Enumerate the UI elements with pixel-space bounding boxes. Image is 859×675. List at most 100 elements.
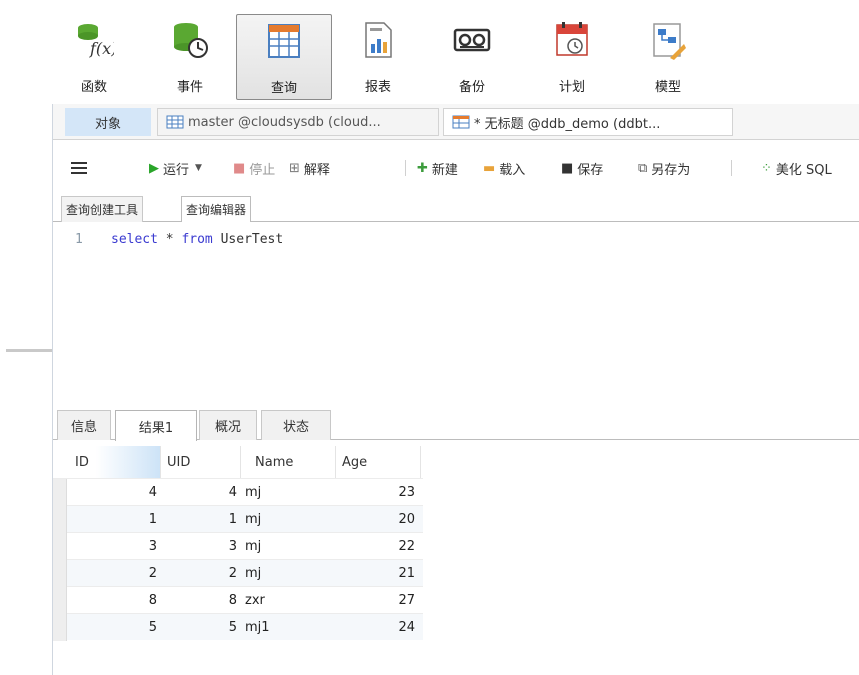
cell-uid[interactable]: 3 <box>161 539 241 554</box>
cell-age[interactable]: 21 <box>336 566 421 581</box>
cell-name[interactable]: zxr <box>241 593 336 608</box>
ribbon-label: 备份 <box>458 80 485 95</box>
dropdown-arrow-icon[interactable]: ▼ <box>195 163 202 173</box>
cell-age[interactable]: 20 <box>336 512 421 527</box>
row-selector[interactable] <box>53 613 67 641</box>
row-selector[interactable] <box>53 478 67 506</box>
function-icon: f(x) <box>78 24 114 58</box>
cell-name[interactable]: mj <box>241 566 336 581</box>
load-label: 载入 <box>499 162 526 178</box>
left-panel-splitter[interactable] <box>6 349 52 352</box>
query-toolbar: ▶ 运行 ▼ ■ 停止 ⊞ 解释 ✚ 新建 ▬ 载入 ■ 保存 ⧉ 另存为 ⁘ … <box>53 140 859 192</box>
cell-uid[interactable]: 4 <box>161 485 241 500</box>
model-icon <box>653 23 686 60</box>
ribbon-label: 事件 <box>176 80 203 95</box>
keyword-from: from <box>181 232 213 247</box>
cell-age[interactable]: 22 <box>336 539 421 554</box>
row-selector[interactable] <box>53 586 67 614</box>
tab-objects[interactable]: 对象 <box>65 108 151 136</box>
ribbon-toolbar: f(x) 函数 事件 查询 报表 <box>0 0 859 104</box>
query-tab-icon <box>452 115 470 129</box>
save-as-button[interactable]: ⧉ 另存为 <box>638 158 690 178</box>
tab-query-editor[interactable]: 查询编辑器 <box>181 196 252 223</box>
beautify-sql-button[interactable]: ⁘ 美化 SQL <box>761 158 832 178</box>
save-label: 保存 <box>577 162 604 178</box>
table-row[interactable]: 2 2 mj 21 <box>53 559 423 587</box>
table-name: UserTest <box>220 232 284 247</box>
table-row[interactable]: 8 8 zxr 27 <box>53 586 423 614</box>
ribbon-label: 报表 <box>364 80 391 95</box>
tab-overview[interactable]: 概况 <box>199 410 257 440</box>
ribbon-label: 查询 <box>270 81 297 96</box>
column-header-id[interactable]: ID <box>53 446 161 478</box>
keyword-select: select <box>111 232 158 247</box>
cell-id[interactable]: 2 <box>67 566 161 581</box>
cell-uid[interactable]: 2 <box>161 566 241 581</box>
run-button[interactable]: ▶ 运行 ▼ <box>149 158 202 178</box>
new-button[interactable]: ✚ 新建 <box>417 158 458 178</box>
editor-mode-tabs: 查询创建工具 查询编辑器 <box>53 192 859 223</box>
cell-uid[interactable]: 1 <box>161 512 241 527</box>
tab-label: * 无标题 @ddb_demo (ddbt... <box>474 116 661 132</box>
ribbon-backup-button[interactable]: 备份 <box>424 14 520 100</box>
cell-age[interactable]: 27 <box>336 593 421 608</box>
explain-button[interactable]: ⊞ 解释 <box>289 158 330 178</box>
event-icon <box>174 23 208 58</box>
cell-id[interactable]: 8 <box>67 593 161 608</box>
table-row[interactable]: 4 4 mj 23 <box>53 478 423 506</box>
sql-editor[interactable]: 1 select * from UserTest <box>53 222 859 400</box>
new-query-icon: ✚ <box>417 160 428 176</box>
ribbon-events-button[interactable]: 事件 <box>142 14 238 100</box>
row-selector[interactable] <box>53 532 67 560</box>
cell-name[interactable]: mj1 <box>241 620 336 635</box>
ribbon-query-button[interactable]: 查询 <box>236 14 332 100</box>
table-row[interactable]: 5 5 mj1 24 <box>53 613 423 641</box>
ribbon-label: 模型 <box>654 80 681 95</box>
tab-info[interactable]: 信息 <box>57 410 111 440</box>
svg-text:f(x): f(x) <box>89 39 114 58</box>
cell-id[interactable]: 3 <box>67 539 161 554</box>
menu-icon[interactable] <box>71 158 87 178</box>
cell-uid[interactable]: 5 <box>161 620 241 635</box>
sql-code-line[interactable]: select * from UserTest <box>111 232 283 247</box>
cell-name[interactable]: mj <box>241 539 336 554</box>
column-header-age[interactable]: Age <box>336 446 421 478</box>
ribbon-label: 计划 <box>558 80 585 95</box>
table-row[interactable]: 1 1 mj 20 <box>53 505 423 533</box>
column-header-name[interactable]: Name <box>241 446 336 478</box>
cell-age[interactable]: 24 <box>336 620 421 635</box>
ribbon-reports-button[interactable]: 报表 <box>330 14 426 100</box>
load-button[interactable]: ▬ 载入 <box>483 158 525 178</box>
table-row[interactable]: 3 3 mj 22 <box>53 532 423 560</box>
cell-name[interactable]: mj <box>241 485 336 500</box>
row-selector[interactable] <box>53 505 67 533</box>
stop-icon: ■ <box>233 160 246 176</box>
tab-status[interactable]: 状态 <box>261 410 331 440</box>
cell-age[interactable]: 23 <box>336 485 421 500</box>
tab-master-query[interactable]: master @cloudsysdb (cloud... <box>157 108 439 136</box>
cell-id[interactable]: 5 <box>67 620 161 635</box>
ribbon-schedule-button[interactable]: 计划 <box>524 14 620 100</box>
cell-id[interactable]: 4 <box>67 485 161 500</box>
row-selector[interactable] <box>53 559 67 587</box>
tab-label: master @cloudsysdb (cloud... <box>188 114 381 130</box>
tab-untitled-query[interactable]: * 无标题 @ddb_demo (ddbt... <box>443 108 733 136</box>
backup-icon <box>453 28 491 52</box>
save-icon: ■ <box>561 160 574 176</box>
column-header-uid[interactable]: UID <box>161 446 241 478</box>
ribbon-model-button[interactable]: 模型 <box>620 14 716 100</box>
cell-name[interactable]: mj <box>241 512 336 527</box>
magic-wand-icon: ⁘ <box>761 160 772 176</box>
cell-uid[interactable]: 8 <box>161 593 241 608</box>
beautify-label: 美化 SQL <box>775 162 832 178</box>
line-number: 1 <box>75 232 83 247</box>
result-tabs: 信息 结果1 概况 状态 <box>53 400 859 441</box>
save-button[interactable]: ■ 保存 <box>561 158 603 178</box>
stop-button[interactable]: ■ 停止 <box>233 158 275 178</box>
ribbon-functions-button[interactable]: f(x) 函数 <box>46 14 142 100</box>
cell-id[interactable]: 1 <box>67 512 161 527</box>
tab-result-1[interactable]: 结果1 <box>115 410 197 441</box>
tab-query-builder[interactable]: 查询创建工具 <box>61 196 144 222</box>
folder-icon: ▬ <box>483 160 496 176</box>
sql-star: * <box>165 232 174 247</box>
